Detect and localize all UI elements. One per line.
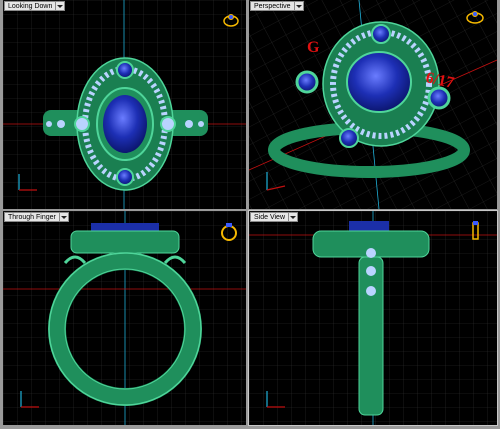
viewport-title: Looking Down [4, 1, 56, 11]
engraving-text-left: G [307, 39, 320, 56]
viewport-through-finger[interactable]: Through Finger [3, 211, 246, 425]
viewport-label-side-view[interactable]: Side View [250, 212, 299, 222]
viewport-looking-down[interactable]: Looking Down [3, 0, 246, 209]
viewport-title: Side View [250, 212, 289, 222]
viewport-menu-dropdown[interactable] [293, 1, 304, 11]
viewport-perspective[interactable]: G 6/17 Perspective [249, 0, 497, 209]
viewport-menu-dropdown[interactable] [58, 212, 69, 222]
viewport-label-perspective[interactable]: Perspective [250, 1, 304, 11]
viewport-label-looking-down[interactable]: Looking Down [4, 1, 66, 11]
viewport-side-view[interactable]: Side View [248, 210, 498, 426]
viewport-menu-dropdown[interactable] [288, 212, 299, 222]
viewport-menu-dropdown[interactable] [55, 1, 66, 11]
viewport-title: Through Finger [4, 212, 59, 222]
viewport-label-through-finger[interactable]: Through Finger [4, 212, 69, 222]
viewport-title: Perspective [250, 1, 294, 11]
